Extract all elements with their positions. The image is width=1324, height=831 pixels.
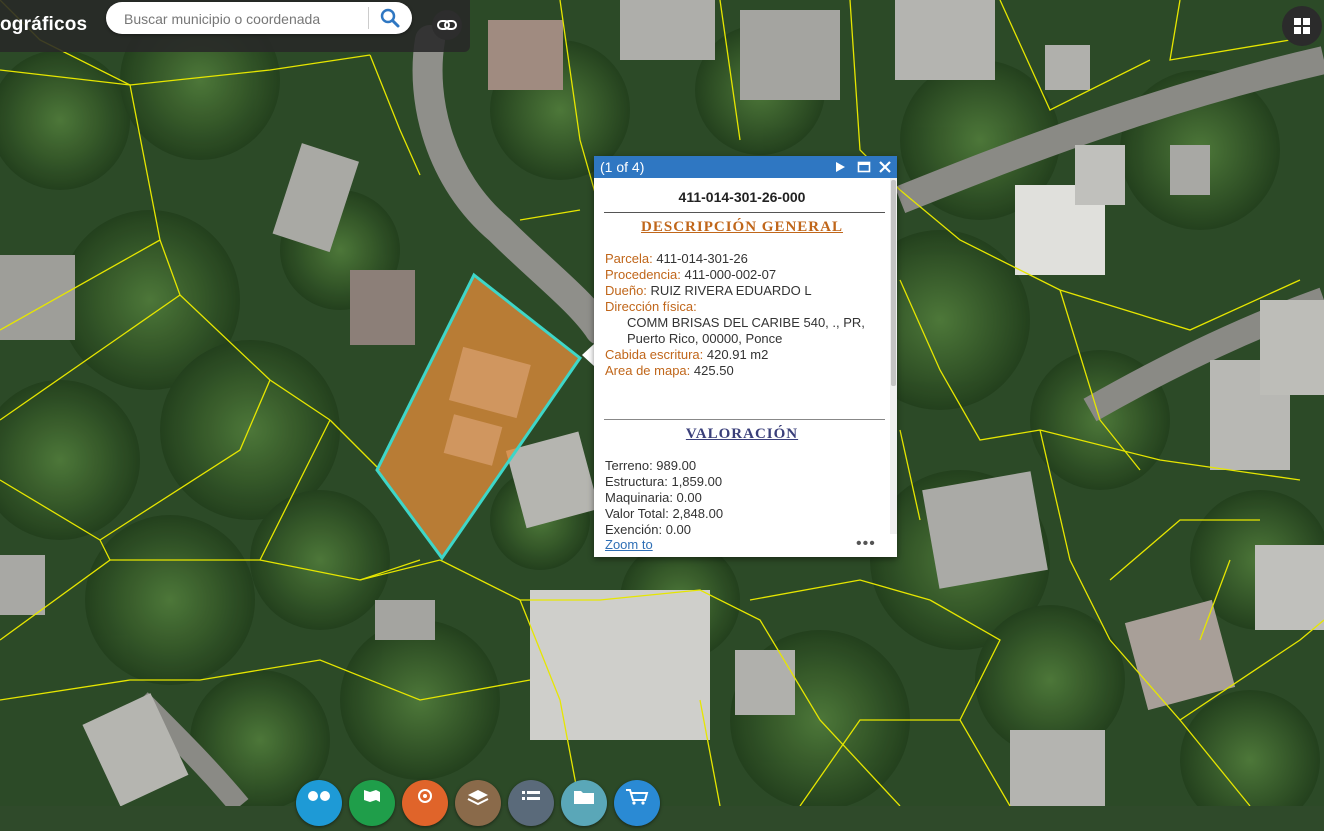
search-button[interactable]: [376, 5, 404, 31]
search-box[interactable]: [106, 2, 412, 34]
next-feature-button[interactable]: [832, 159, 848, 175]
zoom-to-link[interactable]: Zoom to: [605, 537, 653, 552]
map-icon: [364, 790, 380, 802]
direccion-line-1: COMM BRISAS DEL CARIBE 540, ., PR,: [627, 315, 865, 330]
parcel-popup: (1 of 4) 411-014-301-26-000 DESCRIPCIÓN …: [594, 156, 897, 557]
maximize-button[interactable]: [856, 159, 872, 175]
cabida-row: Cabida escritura: 420.91 m2: [605, 347, 768, 362]
analysis-icon: [418, 789, 432, 803]
parcel-id-heading: 411-014-301-26-000: [678, 189, 806, 205]
dueno-value: RUIZ RIVERA EDUARDO L: [650, 283, 812, 298]
estructura-row: Estructura: 1,859.00: [605, 474, 723, 489]
cabida-label: Cabida escritura:: [605, 347, 704, 362]
cart-icon: [626, 789, 649, 805]
valoracion-title: VALORACIÓN: [685, 426, 799, 442]
procedencia-value: 411-000-002-07: [684, 267, 777, 282]
popup-scrollbar[interactable]: [890, 178, 897, 534]
parcela-value: 411-014-301-26: [656, 251, 748, 266]
dueno-row: Dueño: RUIZ RIVERA EDUARDO L: [605, 283, 812, 298]
valor-total-row: Valor Total: 2,848.00: [605, 506, 724, 521]
grid-icon: [1294, 18, 1310, 34]
close-button[interactable]: [877, 159, 893, 175]
general-description-title: DESCRIPCIÓN GENERAL: [641, 219, 843, 235]
dueno-label: Dueño:: [605, 283, 647, 298]
share-link-button[interactable]: [432, 10, 462, 40]
popup-header: (1 of 4): [594, 156, 897, 178]
divider: [604, 212, 885, 213]
popup-footer: Zoom to •••: [594, 534, 897, 557]
direccion-line-2: Puerto Rico, 00000, Ponce: [627, 331, 783, 346]
search-input[interactable]: [122, 6, 366, 32]
popup-content[interactable]: 411-014-301-26-000 DESCRIPCIÓN GENERAL P…: [594, 178, 890, 534]
direccion-label: Dirección física:: [605, 299, 697, 314]
files-tool-button[interactable]: [561, 780, 607, 826]
popup-pointer: [582, 344, 594, 366]
terreno-row: Terreno: 989.00: [605, 458, 697, 473]
more-options-button[interactable]: •••: [856, 535, 876, 553]
legend-tool-button[interactable]: [508, 780, 554, 826]
direccion-row: Dirección física:: [605, 299, 697, 314]
maximize-icon: [857, 161, 871, 173]
search-icon: [380, 8, 400, 28]
area-row: Area de mapa: 425.50: [605, 363, 734, 378]
parcela-row: Parcela: 411-014-301-26: [605, 251, 748, 266]
app-title: ográficos: [0, 14, 88, 35]
divider: [604, 419, 885, 420]
binoculars-icon: [308, 791, 330, 801]
list-icon: [522, 791, 540, 800]
feature-count: (1 of 4): [600, 159, 645, 175]
search-divider: [368, 7, 369, 29]
layers-tool-button[interactable]: [455, 780, 501, 826]
area-label: Area de mapa:: [605, 363, 691, 378]
basemap-tool-button[interactable]: [349, 780, 395, 826]
layers-icon: [467, 790, 489, 806]
exencion-row: Exención: 0.00: [605, 522, 692, 534]
folder-icon: [574, 791, 594, 804]
close-icon: [879, 161, 891, 173]
cart-tool-button[interactable]: [614, 780, 660, 826]
scrollbar-thumb[interactable]: [891, 180, 896, 386]
play-icon: [836, 162, 845, 172]
top-bar: ográficos: [0, 0, 470, 52]
parcela-label: Parcela:: [605, 251, 653, 266]
maquinaria-row: Maquinaria: 0.00: [605, 490, 702, 505]
procedencia-row: Procedencia: 411-000-002-07: [605, 267, 776, 282]
analysis-tool-button[interactable]: [402, 780, 448, 826]
area-value: 425.50: [693, 363, 734, 378]
cabida-value: 420.91 m2: [706, 347, 769, 362]
link-icon: [437, 20, 457, 30]
procedencia-label: Procedencia:: [605, 267, 681, 282]
binoculars-tool-button[interactable]: [296, 780, 342, 826]
apps-grid-button[interactable]: [1282, 6, 1322, 46]
